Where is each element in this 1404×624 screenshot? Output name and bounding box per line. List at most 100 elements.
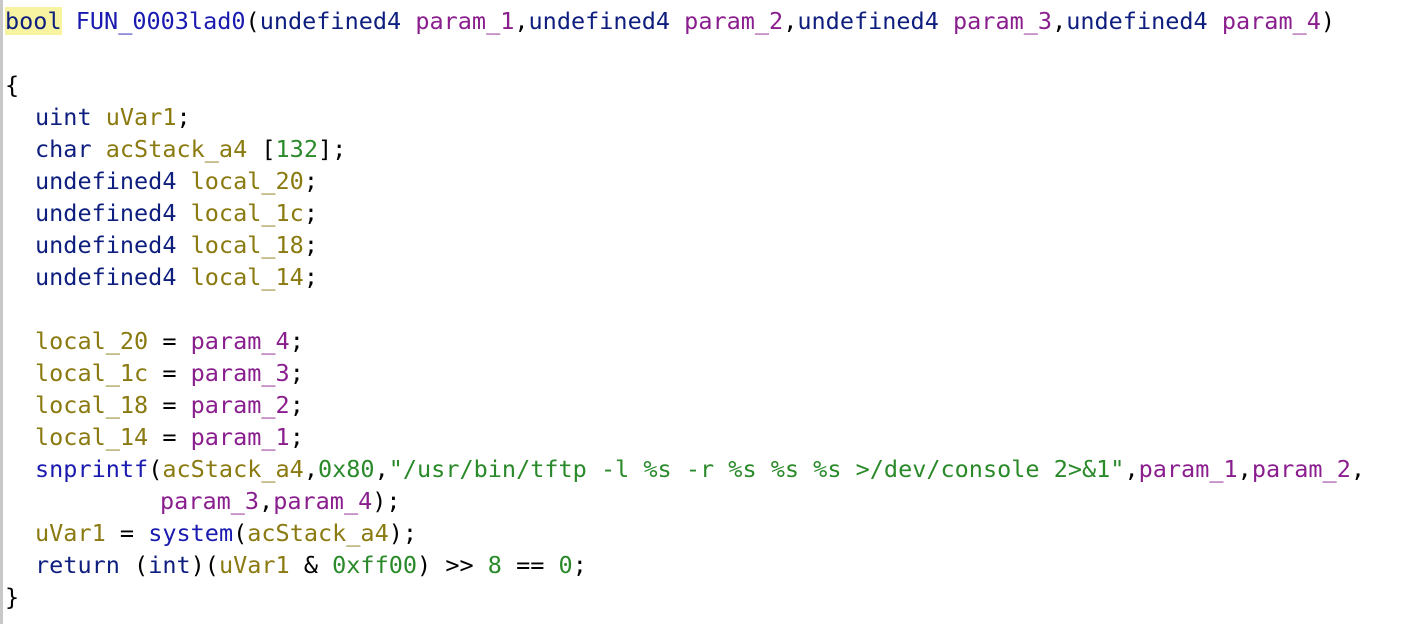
type-token[interactable]: int — [148, 551, 190, 579]
parameter-token[interactable]: param_3 — [160, 487, 259, 515]
code-line: local_1c = param_3; — [5, 357, 1365, 389]
local-variable-token[interactable]: acStack_a4 — [247, 519, 388, 547]
code-line: local_18 = param_2; — [5, 389, 1365, 421]
code-line: uVar1 = system(acStack_a4); — [5, 517, 1365, 549]
parameter-token[interactable]: param_1 — [1139, 455, 1238, 483]
punctuation-token: { — [5, 71, 20, 99]
local-variable-token[interactable]: acStack_a4 — [106, 135, 247, 163]
punctuation-token: , — [303, 455, 318, 483]
local-variable-token[interactable]: local_14 — [191, 263, 304, 291]
code-line: char acStack_a4 [132]; — [5, 133, 1365, 165]
type-token[interactable]: undefined4 — [35, 167, 176, 195]
code-line: } — [5, 581, 1365, 613]
local-variable-token[interactable]: local_14 — [35, 423, 148, 451]
punctuation-token: = — [148, 391, 191, 419]
punctuation-token: } — [5, 583, 20, 611]
code-line: bool FUN_0003lad0(undefined4 param_1,und… — [5, 5, 1365, 37]
code-line: undefined4 local_1c; — [5, 197, 1365, 229]
punctuation-token: ; — [289, 327, 304, 355]
parameter-token[interactable]: param_3 — [191, 359, 290, 387]
punctuation-token: , — [1052, 7, 1067, 35]
punctuation-token: ; — [303, 263, 318, 291]
punctuation-token — [176, 263, 190, 291]
punctuation-token: ; — [303, 199, 318, 227]
punctuation-token — [62, 7, 76, 35]
type-token[interactable]: undefined4 — [35, 263, 176, 291]
punctuation-token — [670, 7, 684, 35]
parameter-token[interactable]: param_2 — [1252, 455, 1351, 483]
punctuation-token — [92, 103, 106, 131]
punctuation-token: = — [148, 359, 191, 387]
type-token[interactable]: undefined4 — [35, 199, 176, 227]
punctuation-token: ; — [303, 231, 318, 259]
parameter-token[interactable]: param_2 — [191, 391, 290, 419]
function-name-token[interactable]: snprintf — [35, 455, 148, 483]
parameter-token[interactable]: param_2 — [684, 7, 783, 35]
punctuation-token: , — [1237, 455, 1252, 483]
type-token[interactable]: undefined4 — [797, 7, 938, 35]
punctuation-token: ; — [572, 551, 587, 579]
type-token[interactable]: undefined4 — [260, 7, 401, 35]
punctuation-token — [939, 7, 953, 35]
type-token[interactable]: char — [35, 135, 92, 163]
punctuation-token: ( — [119, 551, 149, 579]
code-listing[interactable]: bool FUN_0003lad0(undefined4 param_1,und… — [5, 5, 1365, 613]
punctuation-token: , — [514, 7, 529, 35]
type-token[interactable]: bool — [5, 7, 62, 35]
local-variable-token[interactable]: acStack_a4 — [162, 455, 303, 483]
punctuation-token: ]; — [317, 135, 347, 163]
parameter-token[interactable]: param_4 — [1222, 7, 1321, 35]
punctuation-token: , — [259, 487, 274, 515]
local-variable-token[interactable]: local_20 — [191, 167, 304, 195]
function-name-token[interactable]: system — [148, 519, 233, 547]
local-variable-token[interactable]: uVar1 — [106, 103, 177, 131]
code-line: local_20 = param_4; — [5, 325, 1365, 357]
punctuation-token — [176, 231, 190, 259]
string-literal-token: "/usr/bin/tftp -l %s -r %s %s %s >/dev/c… — [388, 455, 1125, 483]
type-token[interactable]: uint — [35, 103, 92, 131]
code-line: return (int)(uVar1 & 0xff00) >> 8 == 0; — [5, 549, 1365, 581]
punctuation-token: ; — [303, 167, 318, 195]
function-name-token[interactable]: FUN_0003lad0 — [76, 7, 246, 35]
punctuation-token: ; — [289, 391, 304, 419]
punctuation-token: ) >> — [417, 551, 488, 579]
local-variable-token[interactable]: local_20 — [35, 327, 148, 355]
local-variable-token[interactable]: uVar1 — [219, 551, 290, 579]
local-variable-token[interactable]: uVar1 — [35, 519, 106, 547]
punctuation-token: ; — [289, 359, 304, 387]
type-token[interactable]: undefined4 — [529, 7, 670, 35]
number-literal-token: 132 — [275, 135, 318, 163]
local-variable-token[interactable]: local_1c — [35, 359, 148, 387]
type-token[interactable]: undefined4 — [35, 231, 176, 259]
punctuation-token: ( — [233, 519, 248, 547]
punctuation-token — [1208, 7, 1222, 35]
punctuation-token: ); — [372, 487, 401, 515]
number-literal-token: 0x80 — [317, 455, 375, 483]
punctuation-token: ; — [289, 423, 304, 451]
local-variable-token[interactable]: local_1c — [191, 199, 304, 227]
type-token[interactable]: undefined4 — [1066, 7, 1207, 35]
parameter-token[interactable]: param_4 — [273, 487, 372, 515]
punctuation-token: ); — [388, 519, 418, 547]
punctuation-token: ( — [148, 455, 163, 483]
code-line: snprintf(acStack_a4,0x80,"/usr/bin/tftp … — [5, 453, 1365, 485]
decompiler-code-view[interactable]: bool FUN_0003lad0(undefined4 param_1,und… — [0, 0, 1404, 624]
keyword-token: return — [35, 551, 120, 579]
number-literal-token: 0xff00 — [332, 551, 418, 579]
code-line: undefined4 local_14; — [5, 261, 1365, 293]
parameter-token[interactable]: param_1 — [191, 423, 290, 451]
code-line: undefined4 local_18; — [5, 229, 1365, 261]
code-line: param_3,param_4); — [5, 485, 1365, 517]
local-variable-token[interactable]: local_18 — [35, 391, 148, 419]
punctuation-token — [176, 199, 190, 227]
parameter-token[interactable]: param_4 — [191, 327, 290, 355]
punctuation-token: ( — [245, 7, 260, 35]
parameter-token[interactable]: param_3 — [953, 7, 1052, 35]
local-variable-token[interactable]: local_18 — [191, 231, 304, 259]
number-literal-token: 8 — [487, 551, 502, 579]
parameter-token[interactable]: param_1 — [415, 7, 514, 35]
punctuation-token: , — [1350, 455, 1366, 483]
number-literal-token: 0 — [558, 551, 573, 579]
